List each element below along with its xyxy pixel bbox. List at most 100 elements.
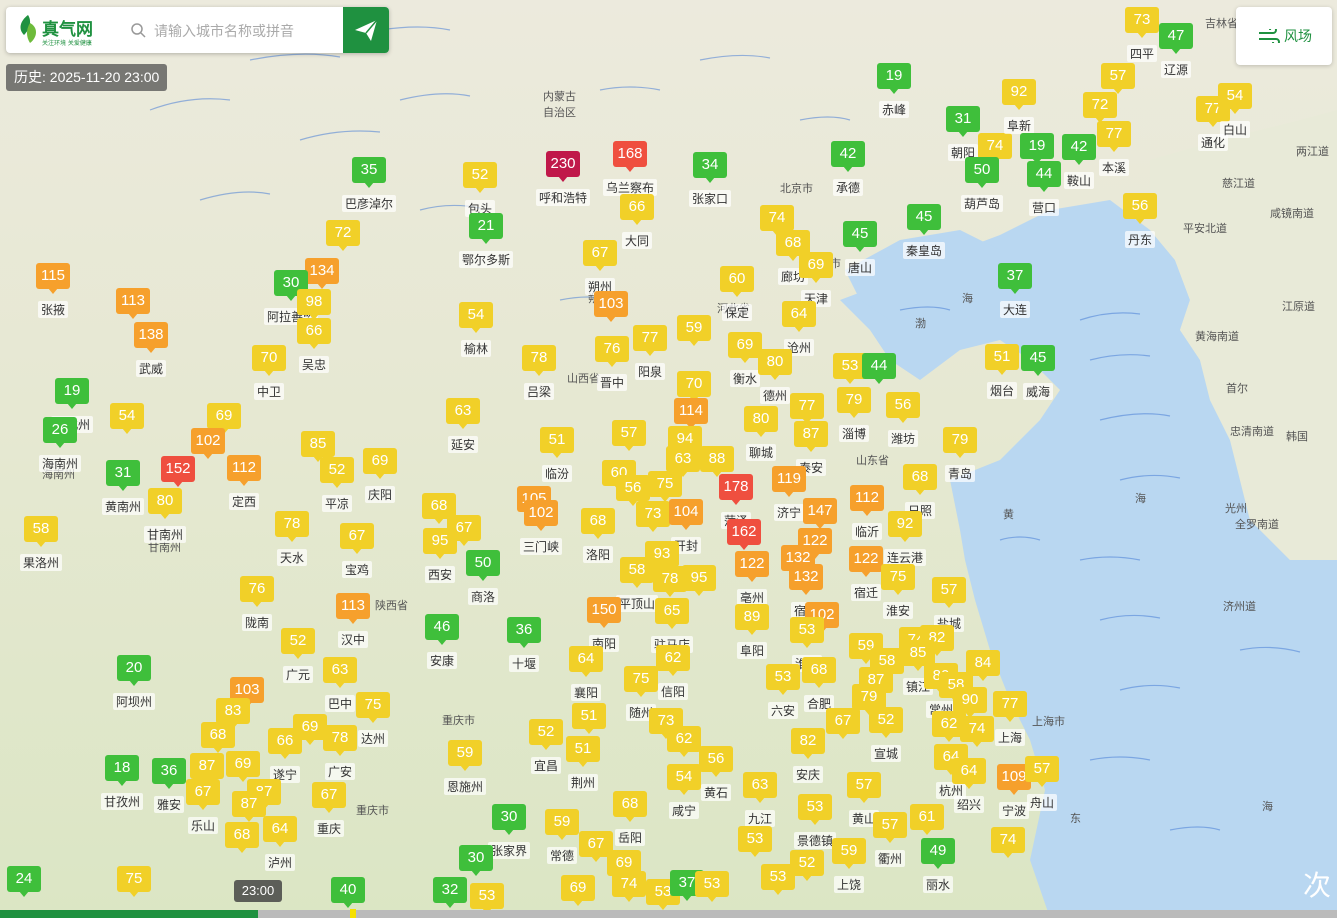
aqi-marker[interactable]: 162 xyxy=(727,519,761,553)
site-logo[interactable]: 真气网 关注环境 关爱健康 xyxy=(16,13,126,49)
aqi-marker[interactable]: 35 xyxy=(352,157,386,191)
aqi-marker[interactable]: 92 xyxy=(1002,79,1036,113)
aqi-marker[interactable]: 102 xyxy=(524,500,558,534)
aqi-marker[interactable]: 113 xyxy=(336,593,370,627)
aqi-marker[interactable]: 59 xyxy=(448,740,482,774)
aqi-marker[interactable]: 74 xyxy=(612,871,646,905)
aqi-marker[interactable]: 59 xyxy=(677,315,711,349)
aqi-marker[interactable]: 51 xyxy=(572,703,606,737)
aqi-marker[interactable]: 67 xyxy=(826,708,860,742)
aqi-marker[interactable]: 54 xyxy=(459,302,493,336)
aqi-marker[interactable]: 67 xyxy=(340,523,374,557)
aqi-marker[interactable]: 78 xyxy=(275,511,309,545)
aqi-marker[interactable]: 58 xyxy=(620,557,654,591)
aqi-marker[interactable]: 115 xyxy=(36,263,70,297)
aqi-marker[interactable]: 92 xyxy=(888,511,922,545)
aqi-marker[interactable]: 68 xyxy=(802,657,836,691)
aqi-marker[interactable]: 95 xyxy=(423,528,457,562)
aqi-marker[interactable]: 78 xyxy=(323,725,357,759)
aqi-marker[interactable]: 76 xyxy=(595,336,629,370)
aqi-marker[interactable]: 67 xyxy=(186,779,220,813)
aqi-marker[interactable]: 64 xyxy=(569,646,603,680)
aqi-marker[interactable]: 132 xyxy=(789,564,823,598)
aqi-marker[interactable]: 30 xyxy=(492,804,526,838)
aqi-marker[interactable]: 52 xyxy=(790,850,824,884)
aqi-marker[interactable]: 69 xyxy=(561,875,595,909)
aqi-marker[interactable]: 18 xyxy=(105,755,139,789)
aqi-marker[interactable]: 95 xyxy=(682,565,716,599)
aqi-marker[interactable]: 36 xyxy=(152,758,186,792)
aqi-marker[interactable]: 53 xyxy=(761,864,795,898)
aqi-marker[interactable]: 52 xyxy=(529,719,563,753)
aqi-marker[interactable]: 69 xyxy=(728,332,762,366)
aqi-marker[interactable]: 78 xyxy=(522,345,556,379)
aqi-marker[interactable]: 63 xyxy=(743,772,777,806)
aqi-marker[interactable]: 52 xyxy=(281,628,315,662)
aqi-marker[interactable]: 168 xyxy=(613,141,647,175)
search-submit-button[interactable] xyxy=(343,7,389,53)
aqi-marker[interactable]: 138 xyxy=(134,322,168,356)
aqi-marker[interactable]: 24 xyxy=(7,866,41,900)
aqi-marker[interactable]: 54 xyxy=(667,764,701,798)
aqi-marker[interactable]: 52 xyxy=(320,457,354,491)
aqi-marker[interactable]: 112 xyxy=(850,485,884,519)
aqi-marker[interactable]: 150 xyxy=(587,597,621,631)
aqi-marker[interactable]: 122 xyxy=(849,546,883,580)
aqi-marker[interactable]: 56 xyxy=(1123,193,1157,227)
aqi-marker[interactable]: 75 xyxy=(624,666,658,700)
aqi-marker[interactable]: 20 xyxy=(117,655,151,689)
aqi-marker[interactable]: 147 xyxy=(803,498,837,532)
aqi-map[interactable]: 内蒙古 自治区北京市天津市河北省山西省山东省陕西省重庆市重庆市海渤黄海海东韩国首… xyxy=(0,0,1337,918)
aqi-marker[interactable]: 79 xyxy=(837,387,871,421)
aqi-marker[interactable]: 26 xyxy=(43,417,77,451)
aqi-marker[interactable]: 53 xyxy=(695,871,729,905)
aqi-marker[interactable]: 57 xyxy=(873,812,907,846)
timeline-bar[interactable] xyxy=(0,910,1337,918)
aqi-marker[interactable]: 113 xyxy=(116,288,150,322)
aqi-marker[interactable]: 61 xyxy=(910,804,944,838)
aqi-marker[interactable]: 69 xyxy=(363,448,397,482)
aqi-marker[interactable]: 53 xyxy=(738,826,772,860)
aqi-marker[interactable]: 79 xyxy=(943,427,977,461)
aqi-marker[interactable]: 51 xyxy=(566,736,600,770)
aqi-marker[interactable]: 230 xyxy=(546,151,580,185)
aqi-marker[interactable]: 66 xyxy=(297,318,331,352)
aqi-marker[interactable]: 103 xyxy=(594,291,628,325)
aqi-marker[interactable]: 66 xyxy=(620,194,654,228)
aqi-marker[interactable]: 52 xyxy=(869,707,903,741)
aqi-marker[interactable]: 77 xyxy=(1097,121,1131,155)
city-search-input[interactable] xyxy=(152,15,346,47)
aqi-marker[interactable]: 68 xyxy=(903,464,937,498)
aqi-marker[interactable]: 80 xyxy=(148,488,182,522)
aqi-marker[interactable]: 65 xyxy=(655,598,689,632)
aqi-marker[interactable]: 60 xyxy=(720,266,754,300)
aqi-marker[interactable]: 134 xyxy=(305,258,339,292)
aqi-marker[interactable]: 87 xyxy=(232,791,266,825)
aqi-marker[interactable]: 46 xyxy=(425,614,459,648)
aqi-marker[interactable]: 73 xyxy=(1125,7,1159,41)
aqi-marker[interactable]: 37 xyxy=(998,263,1032,297)
aqi-marker[interactable]: 31 xyxy=(106,460,140,494)
aqi-marker[interactable]: 54 xyxy=(1218,83,1252,117)
aqi-marker[interactable]: 50 xyxy=(466,550,500,584)
aqi-marker[interactable]: 119 xyxy=(772,466,806,500)
aqi-marker[interactable]: 102 xyxy=(191,428,225,462)
aqi-marker[interactable]: 72 xyxy=(326,220,360,254)
aqi-marker[interactable]: 104 xyxy=(669,499,703,533)
aqi-marker[interactable]: 32 xyxy=(433,877,467,911)
aqi-marker[interactable]: 51 xyxy=(540,427,574,461)
aqi-marker[interactable]: 88 xyxy=(700,446,734,480)
aqi-marker[interactable]: 49 xyxy=(921,838,955,872)
aqi-marker[interactable]: 53 xyxy=(790,617,824,651)
aqi-marker[interactable]: 51 xyxy=(985,344,1019,378)
aqi-marker[interactable]: 87 xyxy=(794,421,828,455)
wind-field-button[interactable]: 风场 xyxy=(1236,7,1332,65)
aqi-marker[interactable]: 31 xyxy=(946,106,980,140)
aqi-marker[interactable]: 44 xyxy=(862,353,896,387)
aqi-marker[interactable]: 74 xyxy=(991,827,1025,861)
aqi-marker[interactable]: 122 xyxy=(735,551,769,585)
aqi-marker[interactable]: 112 xyxy=(227,455,261,489)
aqi-marker[interactable]: 19 xyxy=(877,63,911,97)
aqi-marker[interactable]: 36 xyxy=(507,617,541,651)
aqi-marker[interactable]: 75 xyxy=(356,692,390,726)
